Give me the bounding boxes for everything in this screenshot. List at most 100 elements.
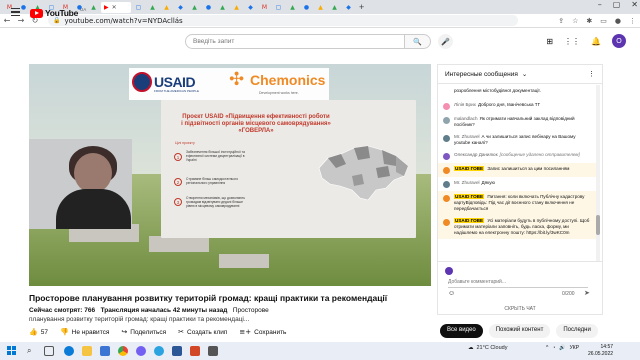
related-filter-chips: Все видео Похожий контент Последни <box>440 324 598 338</box>
tab-item[interactable]: ▲ <box>328 2 341 13</box>
app-icon[interactable] <box>190 346 200 356</box>
save-button[interactable]: ≡+ Сохранить <box>239 328 286 336</box>
description-preview[interactable]: планування розвитку територій громад: кр… <box>29 316 249 323</box>
speaker-face <box>74 153 112 193</box>
chat-input[interactable]: Добавьте комментарий... <box>448 279 588 288</box>
dislike-button[interactable]: 👎 Не нравится <box>60 328 109 336</box>
windows-start-icon[interactable] <box>7 346 16 355</box>
file-explorer-icon[interactable] <box>82 346 92 356</box>
tab-item[interactable]: ▲ <box>146 2 159 13</box>
chat-menu-icon[interactable]: ⋮ <box>588 70 595 78</box>
send-icon[interactable]: ➤ <box>584 289 590 297</box>
chrome-icon[interactable] <box>118 346 128 356</box>
close-tab-icon[interactable]: ✕ <box>112 4 117 11</box>
tab-item[interactable]: ● <box>300 2 313 13</box>
taskbar-clock[interactable]: 14:57 26.05.2022 <box>588 344 613 357</box>
create-video-icon[interactable]: ⊞ <box>546 37 553 46</box>
chat-author-badge[interactable]: USAID ГОВЕ <box>454 193 485 199</box>
tab-item[interactable]: ◆ <box>342 2 355 13</box>
url-field[interactable]: 🔒 youtube.com/watch?v=NYDAcllás <box>48 15 518 26</box>
chip-all-videos[interactable]: Все видео <box>440 324 483 338</box>
store-icon[interactable] <box>100 346 110 356</box>
like-button[interactable]: 👍 57 <box>29 328 48 336</box>
viber-icon[interactable] <box>136 346 146 356</box>
avatar[interactable]: O <box>612 34 626 48</box>
video-player[interactable]: USAID FROM THE AMERICAN PEOPLE ✣ Chemoni… <box>29 64 431 286</box>
youtube-icon: ▶ <box>104 3 109 11</box>
search-input[interactable]: Введіть запит <box>185 34 405 49</box>
clip-button[interactable]: ✂ Создать клип <box>178 328 227 336</box>
new-tab-button[interactable]: + <box>359 2 364 12</box>
bookmark-star-icon[interactable]: ☆ <box>572 17 578 25</box>
browser-tab-strip: M ● ▲ ▢ M ● ▲ ▶ ✕ ▢ ▲ ▲ ◆ ▲ ● ▲ ▲ ◆ M ▢ ▲… <box>0 0 640 14</box>
chat-message-list[interactable]: розроблення містобудівної документації. … <box>438 85 596 261</box>
chat-message-moderator: USAID ГОВЕ Питання: коли включать Публіч… <box>438 190 596 215</box>
chat-author-badge[interactable]: USAID ГОВЕ <box>454 217 485 223</box>
tab-item[interactable]: ▲ <box>188 2 201 13</box>
chat-message: Олександр Данилюк [сообщение удалено отпр… <box>438 149 596 163</box>
profile-icon[interactable]: ● <box>615 17 621 25</box>
search-button[interactable]: 🔍 <box>405 34 431 49</box>
tab-item[interactable]: ● <box>202 2 215 13</box>
chemonics-logo: ✣ Chemonics <box>229 71 325 89</box>
taskbar-search-icon[interactable]: ⌕ <box>27 346 31 356</box>
close-window-icon[interactable]: ✕ <box>631 0 638 9</box>
forward-icon[interactable]: → <box>14 16 28 25</box>
share-icon[interactable]: ⇪ <box>558 17 564 25</box>
chip-recent[interactable]: Последни <box>556 324 598 338</box>
emoji-icon[interactable]: ☺ <box>448 290 455 297</box>
live-viewer-count: Сейчас смотрят: 766 <box>29 307 96 314</box>
apps-icon[interactable]: ⋮⋮ <box>564 37 580 46</box>
weather-widget[interactable]: ☁ 21°C Cloudy <box>468 345 507 351</box>
telegram-icon[interactable] <box>154 346 164 356</box>
tab-item[interactable]: ▢ <box>272 2 285 13</box>
volume-icon[interactable]: 🔊 <box>559 345 565 351</box>
chat-scrollbar-thumb[interactable] <box>596 215 600 235</box>
tab-item[interactable]: ◆ <box>244 2 257 13</box>
tab-item[interactable]: ▲ <box>286 2 299 13</box>
tab-youtube-active[interactable]: ▶ ✕ <box>101 1 131 13</box>
wifi-icon[interactable]: ◔ <box>552 345 555 351</box>
chat-author[interactable]: Mr. Zhuravel <box>454 180 480 185</box>
lock-icon: 🔒 <box>53 17 61 24</box>
tab-item[interactable]: M <box>258 2 271 13</box>
scissors-icon: ✂ <box>178 328 185 336</box>
tab-item[interactable]: ◆ <box>174 2 187 13</box>
notifications-bell-icon[interactable]: 🔔 <box>591 37 601 46</box>
hamburger-menu-icon[interactable] <box>11 8 20 16</box>
hide-chat-button[interactable]: СКРЫТЬ ЧАТ <box>438 306 602 312</box>
voice-search-button[interactable]: 🎤 <box>438 34 453 49</box>
chat-message: Лілія Брих Доброго дня, Іванічевська ТГ <box>438 99 596 113</box>
tab-item[interactable]: ▲ <box>216 2 229 13</box>
word-icon[interactable] <box>172 346 182 356</box>
language-indicator[interactable]: УКР <box>570 345 579 351</box>
maximize-icon[interactable]: ▢ <box>613 0 621 9</box>
split-view-icon[interactable]: ▭ <box>600 17 607 25</box>
system-tray: ^ ◔ 🔊 УКР <box>546 345 579 351</box>
tab-item[interactable]: ▲ <box>230 2 243 13</box>
share-arrow-icon: ↪ <box>121 328 128 336</box>
browser-menu-icon[interactable]: ⋮ <box>629 17 636 25</box>
tab-item[interactable]: ▲ <box>160 2 173 13</box>
task-view-icon[interactable] <box>44 346 54 356</box>
chat-author[interactable]: Лілія Брих <box>454 102 476 107</box>
tab-item[interactable]: ▢ <box>132 2 145 13</box>
tab-item[interactable]: ▲ <box>314 2 327 13</box>
chip-similar[interactable]: Похожий контент <box>488 324 551 338</box>
chat-avatar <box>443 152 450 160</box>
save-label: Сохранить <box>254 328 287 336</box>
share-button[interactable]: ↪ Поделиться <box>121 328 166 336</box>
back-icon[interactable]: ← <box>0 16 14 25</box>
tray-arrow-icon[interactable]: ^ <box>546 345 548 351</box>
chat-author-badge[interactable]: USAID ГОВЕ <box>454 165 485 171</box>
extensions-icon[interactable]: ✱ <box>586 17 592 25</box>
minimize-icon[interactable]: – <box>598 0 602 9</box>
chat-author[interactable]: malandlach <box>454 116 478 121</box>
app-icon[interactable] <box>208 346 218 356</box>
edge-icon[interactable] <box>64 346 74 356</box>
chat-header[interactable]: Интересные сообщения ⌄ ⋮ <box>438 65 602 84</box>
chat-author[interactable]: Олександр Данилюк <box>454 152 498 157</box>
tab-item[interactable]: ▲ <box>87 2 100 13</box>
youtube-logo[interactable]: YouTube UA <box>30 7 86 18</box>
chat-author[interactable]: Mr. Zhuravel <box>454 134 480 139</box>
